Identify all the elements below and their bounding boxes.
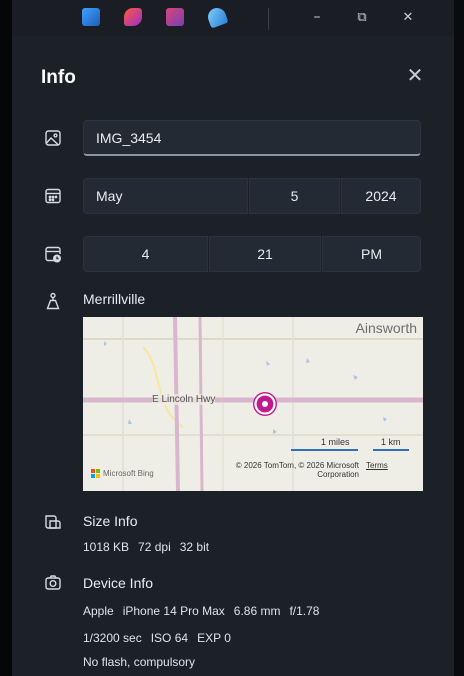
- map-road-label: E Lincoln Hwy: [152, 394, 216, 405]
- shutter-speed: 1/3200 sec: [83, 631, 142, 645]
- exposure: EXP 0: [197, 631, 231, 645]
- title-separator: [268, 8, 269, 30]
- month-value: May: [96, 188, 123, 204]
- onedrive-app-icon[interactable]: [205, 5, 229, 29]
- size-info-details: 1018 KB 72 dpi 32 bit: [83, 540, 218, 554]
- map-copyright: © 2026 TomTom, © 2026 Microsoft Corporat…: [235, 461, 359, 479]
- clock-calendar-icon: [42, 243, 64, 265]
- map-scale-km: 1 km: [381, 437, 401, 447]
- photos-app-icon[interactable]: [82, 8, 100, 26]
- camera-model: iPhone 14 Pro Max: [122, 604, 225, 618]
- title-bar: – ⧉ ✕: [12, 0, 454, 36]
- location-name: Merrillville: [83, 291, 146, 307]
- iso: ISO 64: [150, 631, 189, 645]
- device-info-title: Device Info: [83, 575, 154, 591]
- map-scale-miles: 1 miles: [321, 437, 350, 447]
- image-icon: [42, 127, 64, 149]
- calendar-icon: [42, 185, 64, 207]
- info-panel: – ⧉ ✕ Info ✕ IMG_3454 May 5 2024 4 21 PM…: [12, 0, 454, 676]
- location-map[interactable]: Ainsworth E Lincoln Hwy 1 miles 1 km Mic…: [83, 317, 423, 491]
- dpi: 72 dpi: [138, 540, 171, 554]
- day-picker[interactable]: 5: [249, 178, 340, 214]
- day-value: 5: [290, 188, 299, 204]
- minute-value: 21: [257, 246, 273, 262]
- microsoft-logo-icon: [91, 469, 100, 478]
- file-size: 1018 KB: [83, 540, 130, 554]
- bit-depth: 32 bit: [179, 540, 210, 554]
- map-provider-logo: Microsoft Bing: [91, 469, 154, 478]
- window-close-button[interactable]: ✕: [394, 5, 422, 29]
- info-title: Info: [41, 67, 76, 88]
- video-app-icon[interactable]: [166, 8, 184, 26]
- minimize-button[interactable]: –: [303, 5, 331, 29]
- map-provider-label: Microsoft Bing: [103, 469, 154, 478]
- map-town-label: Ainsworth: [355, 320, 417, 336]
- size-info-title: Size Info: [83, 513, 138, 529]
- clipchamp-app-icon[interactable]: [124, 8, 142, 26]
- minute-picker[interactable]: 21: [209, 236, 321, 272]
- left-edge: [0, 0, 12, 676]
- restore-button[interactable]: ⧉: [348, 5, 376, 29]
- hour-picker[interactable]: 4: [83, 236, 208, 272]
- size-info-icon: [42, 511, 64, 533]
- aperture: f/1.78: [289, 604, 320, 618]
- hour-value: 4: [141, 246, 150, 262]
- focal-length: 6.86 mm: [233, 604, 281, 618]
- period-picker[interactable]: PM: [322, 236, 421, 272]
- filename-input[interactable]: IMG_3454: [83, 120, 421, 156]
- month-picker[interactable]: May: [83, 178, 248, 214]
- device-info-line-1: Apple iPhone 14 Pro Max 6.86 mm f/1.78: [83, 604, 328, 618]
- right-edge: [454, 0, 464, 676]
- year-picker[interactable]: 2024: [341, 178, 421, 214]
- map-terms-link[interactable]: Terms: [366, 461, 388, 470]
- camera-make: Apple: [83, 604, 114, 618]
- close-info-button[interactable]: ✕: [404, 63, 426, 87]
- period-value: PM: [361, 246, 382, 262]
- device-info-line-2: 1/3200 sec ISO 64 EXP 0: [83, 631, 240, 645]
- location-person-icon: [42, 290, 64, 312]
- year-value: 2024: [365, 188, 397, 204]
- flash-info: No flash, compulsory: [83, 655, 196, 669]
- camera-icon: [42, 572, 64, 594]
